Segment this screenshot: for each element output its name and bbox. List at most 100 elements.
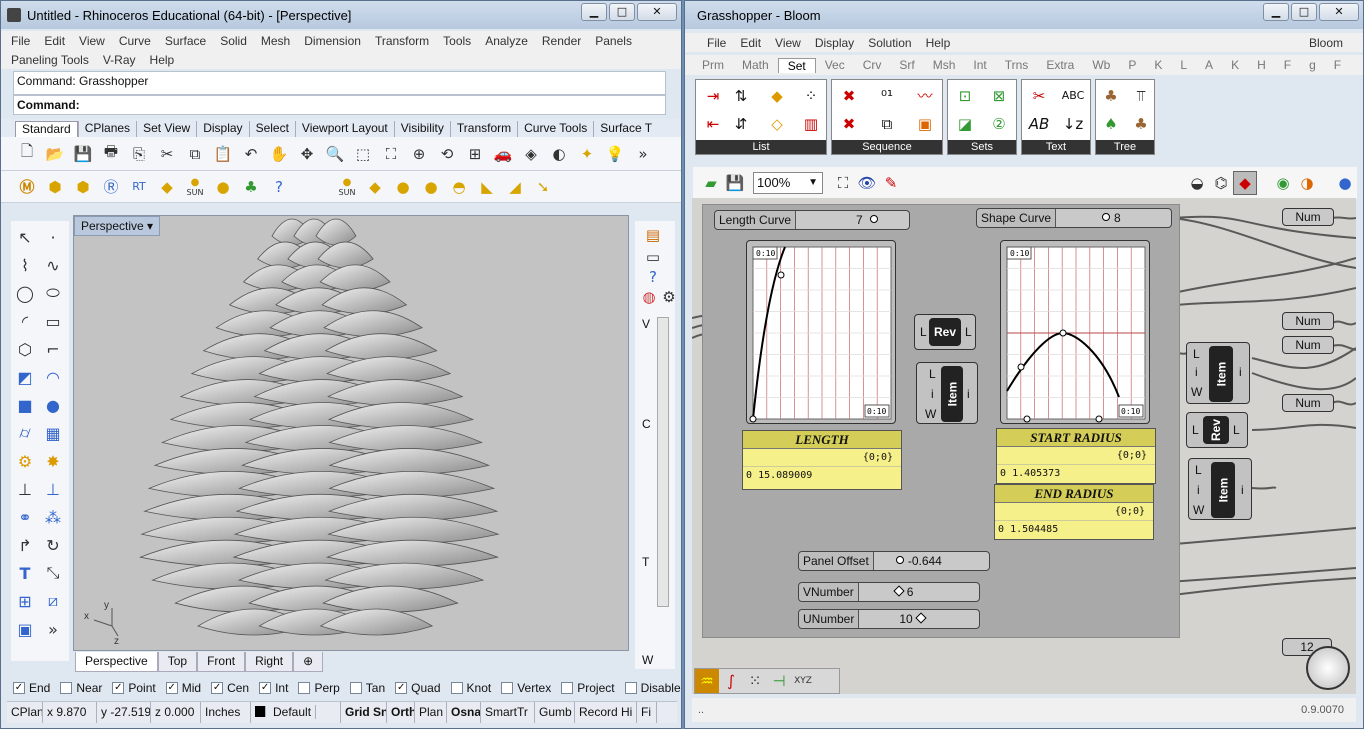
rendered-icon[interactable]: ◐ (547, 142, 571, 166)
explode-icon[interactable]: ✸ (41, 449, 65, 473)
lightbulb-icon[interactable]: 💡 (603, 142, 627, 166)
osnap-checkbox[interactable]: ✓ (395, 682, 408, 694)
display-quality-icon[interactable]: ◉ (1271, 171, 1295, 195)
slider-grip-icon[interactable] (870, 215, 879, 223)
vray-dome-icon[interactable]: ◓ (447, 175, 471, 199)
osnap-quad[interactable]: ✓ Quad (395, 681, 441, 695)
rotate-icon[interactable]: ↻ (41, 533, 65, 557)
vray-rt-icon[interactable]: RT (127, 175, 151, 199)
text-icon[interactable]: T (13, 561, 37, 585)
gh-tab-10[interactable]: Wb (1083, 58, 1119, 72)
boolean-icon[interactable]: ⚭ (13, 505, 37, 529)
paste-icon[interactable]: 📋 (211, 142, 235, 166)
copy-icon[interactable]: ⧉ (183, 142, 207, 166)
circle-icon[interactable]: ◯ (13, 281, 37, 305)
slider-grip-icon[interactable] (895, 556, 904, 564)
vray-tree-icon[interactable]: ♣ (239, 175, 263, 199)
gh-tab-5[interactable]: Srf (890, 58, 923, 72)
gh-tab-8[interactable]: Trns (996, 58, 1038, 72)
tab-cplanes[interactable]: CPlanes (77, 121, 136, 137)
add-viewport-icon[interactable]: ⊕ (293, 652, 324, 672)
gh-save-icon[interactable]: 💾 (723, 171, 747, 195)
list-item-component[interactable]: L i W Item i (916, 362, 978, 424)
trim-icon[interactable]: ⊥ (13, 477, 37, 501)
tree-flatten-icon[interactable]: ♣ (1098, 84, 1124, 108)
cylinder-icon[interactable]: ⌭ (13, 421, 37, 445)
osnap-checkbox[interactable] (561, 682, 574, 694)
ribbon-label-text[interactable]: Text (1022, 140, 1090, 154)
fillet-icon[interactable]: ⌐ (41, 337, 65, 361)
gear-icon[interactable]: ⚙ (13, 449, 37, 473)
zoom-dropdown[interactable]: 100% ▼ (753, 172, 823, 194)
status-filter[interactable]: Fi (637, 702, 657, 723)
dispatch-icon[interactable]: ◆ (764, 84, 790, 108)
help-icon[interactable]: ? (267, 175, 291, 199)
ellipse-icon[interactable]: ⬭ (41, 281, 65, 305)
osnap-checkbox[interactable] (60, 682, 73, 694)
list-item-component-2[interactable]: L i W Item i (1186, 342, 1250, 404)
histogram-icon[interactable]: ▥ (798, 112, 824, 136)
slider-grip-icon[interactable] (1102, 213, 1111, 221)
list-length-icon[interactable]: ⇥ (700, 84, 726, 108)
array-icon[interactable]: ⊞ (13, 589, 37, 613)
num-param-1[interactable]: Num (1282, 208, 1334, 226)
vray-tag2-icon[interactable]: ⬢ (71, 175, 95, 199)
tab-display[interactable]: Display (196, 121, 248, 137)
status-planar[interactable]: Plan (415, 702, 447, 723)
text-sort-icon[interactable]: ↓z (1060, 112, 1086, 136)
close-icon[interactable]: ✕ (637, 3, 677, 21)
ribbon-label-sequence[interactable]: Sequence (832, 140, 942, 154)
status-record-history[interactable]: Record Hi (575, 702, 637, 723)
expand-icon[interactable]: » (41, 617, 65, 641)
osnap-int[interactable]: ✓ Int (259, 681, 288, 695)
osnap-checkbox[interactable]: ✓ (13, 682, 25, 694)
vray-arrow-icon[interactable]: ➘ (531, 175, 555, 199)
menu-tools[interactable]: Tools (443, 34, 471, 48)
menu-help[interactable]: Help (150, 53, 175, 67)
text-replace-icon[interactable]: ABC (1060, 84, 1086, 108)
minimize-icon[interactable]: ▁ (581, 3, 607, 21)
rhino-titlebar[interactable]: Untitled - Rhinoceros Educational (64-bi… (1, 1, 681, 29)
move-icon[interactable]: ↱ (13, 533, 37, 557)
preview-shaded-icon[interactable]: ◆ (1233, 171, 1257, 195)
series-icon[interactable]: ⁰¹ (874, 84, 900, 108)
mesh-icon[interactable]: ▦ (41, 421, 65, 445)
set-member-icon[interactable]: ◪ (952, 112, 978, 136)
undo-view-icon[interactable]: ⟲ (435, 142, 459, 166)
text-case-icon[interactable]: AB (1026, 112, 1052, 136)
menu-edit[interactable]: Edit (44, 34, 65, 48)
tab-curve-tools[interactable]: Curve Tools (517, 121, 593, 137)
slider-panel-offset-track[interactable]: -0.644 (874, 552, 989, 570)
polyline-icon[interactable]: ⌇ (13, 253, 37, 277)
osnap-checkbox[interactable]: ✓ (211, 682, 224, 694)
status-cplane[interactable]: CPlan (7, 702, 43, 723)
zoom-selected-icon[interactable]: ⊕ (407, 142, 431, 166)
gh-menu-help[interactable]: Help (926, 36, 951, 50)
box-icon[interactable]: ■ (13, 393, 37, 417)
maximize-icon[interactable]: □ (609, 3, 635, 21)
slider-unumber-track[interactable]: 10 (859, 610, 979, 628)
viewport-tab-top[interactable]: Top (157, 652, 198, 672)
pan-hand-icon[interactable]: ✋ (267, 142, 291, 166)
gh-tab-3[interactable]: Vec (816, 58, 854, 72)
gh-tab-12[interactable]: K (1145, 58, 1171, 72)
tree-explode-icon[interactable]: ♠ (1098, 112, 1124, 136)
menu-vray[interactable]: V-Ray (103, 53, 136, 67)
status-smarttrack[interactable]: SmartTr (481, 702, 535, 723)
gh-tab-6[interactable]: Msh (924, 58, 965, 72)
vray-ball2-icon[interactable]: ● (419, 175, 443, 199)
vray-r-icon[interactable]: Ⓡ (99, 175, 123, 199)
display-color-icon[interactable]: ◑ (1295, 171, 1319, 195)
tab-transform[interactable]: Transform (449, 121, 517, 137)
osnap-point[interactable]: ✓ Point (112, 681, 156, 695)
menu-surface[interactable]: Surface (165, 34, 206, 48)
revolve-icon[interactable]: ◠ (41, 365, 65, 389)
osnap-checkbox[interactable]: ✓ (112, 682, 125, 694)
gh-tab-7[interactable]: Int (964, 58, 995, 72)
gh-minimize-icon[interactable]: ▁ (1263, 3, 1289, 21)
select-arrow-icon[interactable]: ↖ (13, 225, 37, 249)
osnap-checkbox[interactable] (624, 682, 637, 694)
gh-tab-16[interactable]: H (1248, 58, 1275, 72)
vray-spot2-icon[interactable]: ◢ (503, 175, 527, 199)
list-item-component-3[interactable]: L i W Item i (1188, 458, 1252, 520)
